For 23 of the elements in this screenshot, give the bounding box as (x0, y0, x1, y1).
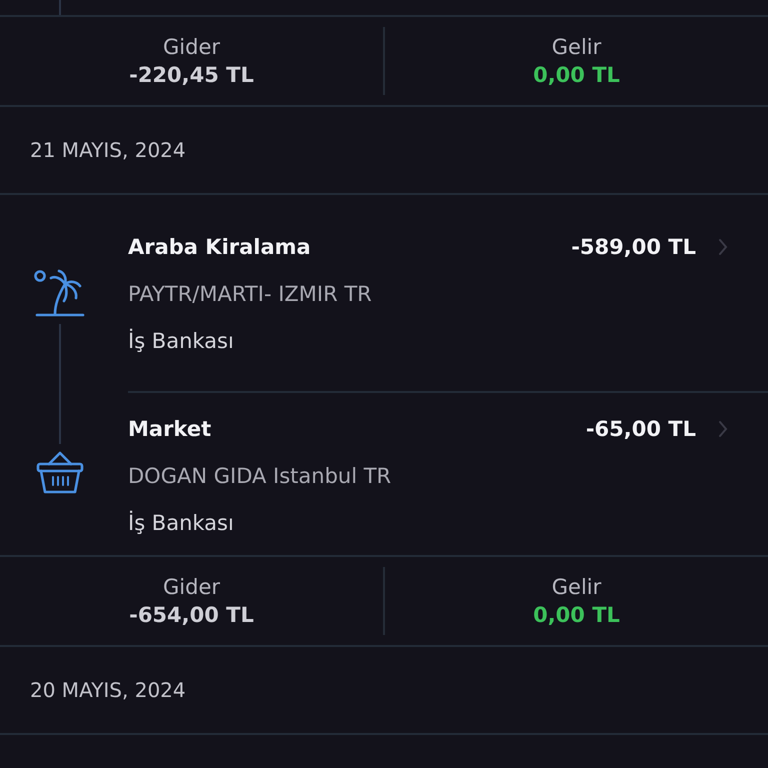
chevron-right-icon[interactable] (718, 238, 728, 256)
account-name: İş Bankası (128, 328, 235, 355)
transaction-title: Araba Kiralama (128, 234, 312, 261)
summary-amount: 0,00 TL (533, 63, 620, 87)
merchant-name: PAYTR/MARTI- IZMIR TR (128, 281, 373, 308)
summary-label: Gider (163, 575, 220, 599)
summary-label: Gelir (552, 575, 602, 599)
summary-label: Gider (163, 35, 220, 59)
date-header: 20 MAYIS, 2024 (30, 678, 186, 702)
transaction-amount: -65,00 TL (586, 416, 696, 443)
date-header: 21 MAYIS, 2024 (30, 138, 186, 162)
summary-amount: -654,00 TL (129, 603, 254, 627)
summary-label: Gelir (552, 35, 602, 59)
transaction-amount: -589,00 TL (571, 234, 696, 261)
transaction-title: Market (128, 416, 212, 443)
basket-icon (35, 450, 85, 496)
account-name: İş Bankası (128, 510, 235, 537)
summary-amount: -220,45 TL (129, 63, 254, 87)
timeline-line (59, 0, 61, 15)
chevron-right-icon[interactable] (718, 420, 728, 438)
merchant-name: DOGAN GIDA Istanbul TR (128, 463, 392, 490)
summary-amount: 0,00 TL (533, 603, 620, 627)
palm-beach-icon (33, 268, 87, 318)
